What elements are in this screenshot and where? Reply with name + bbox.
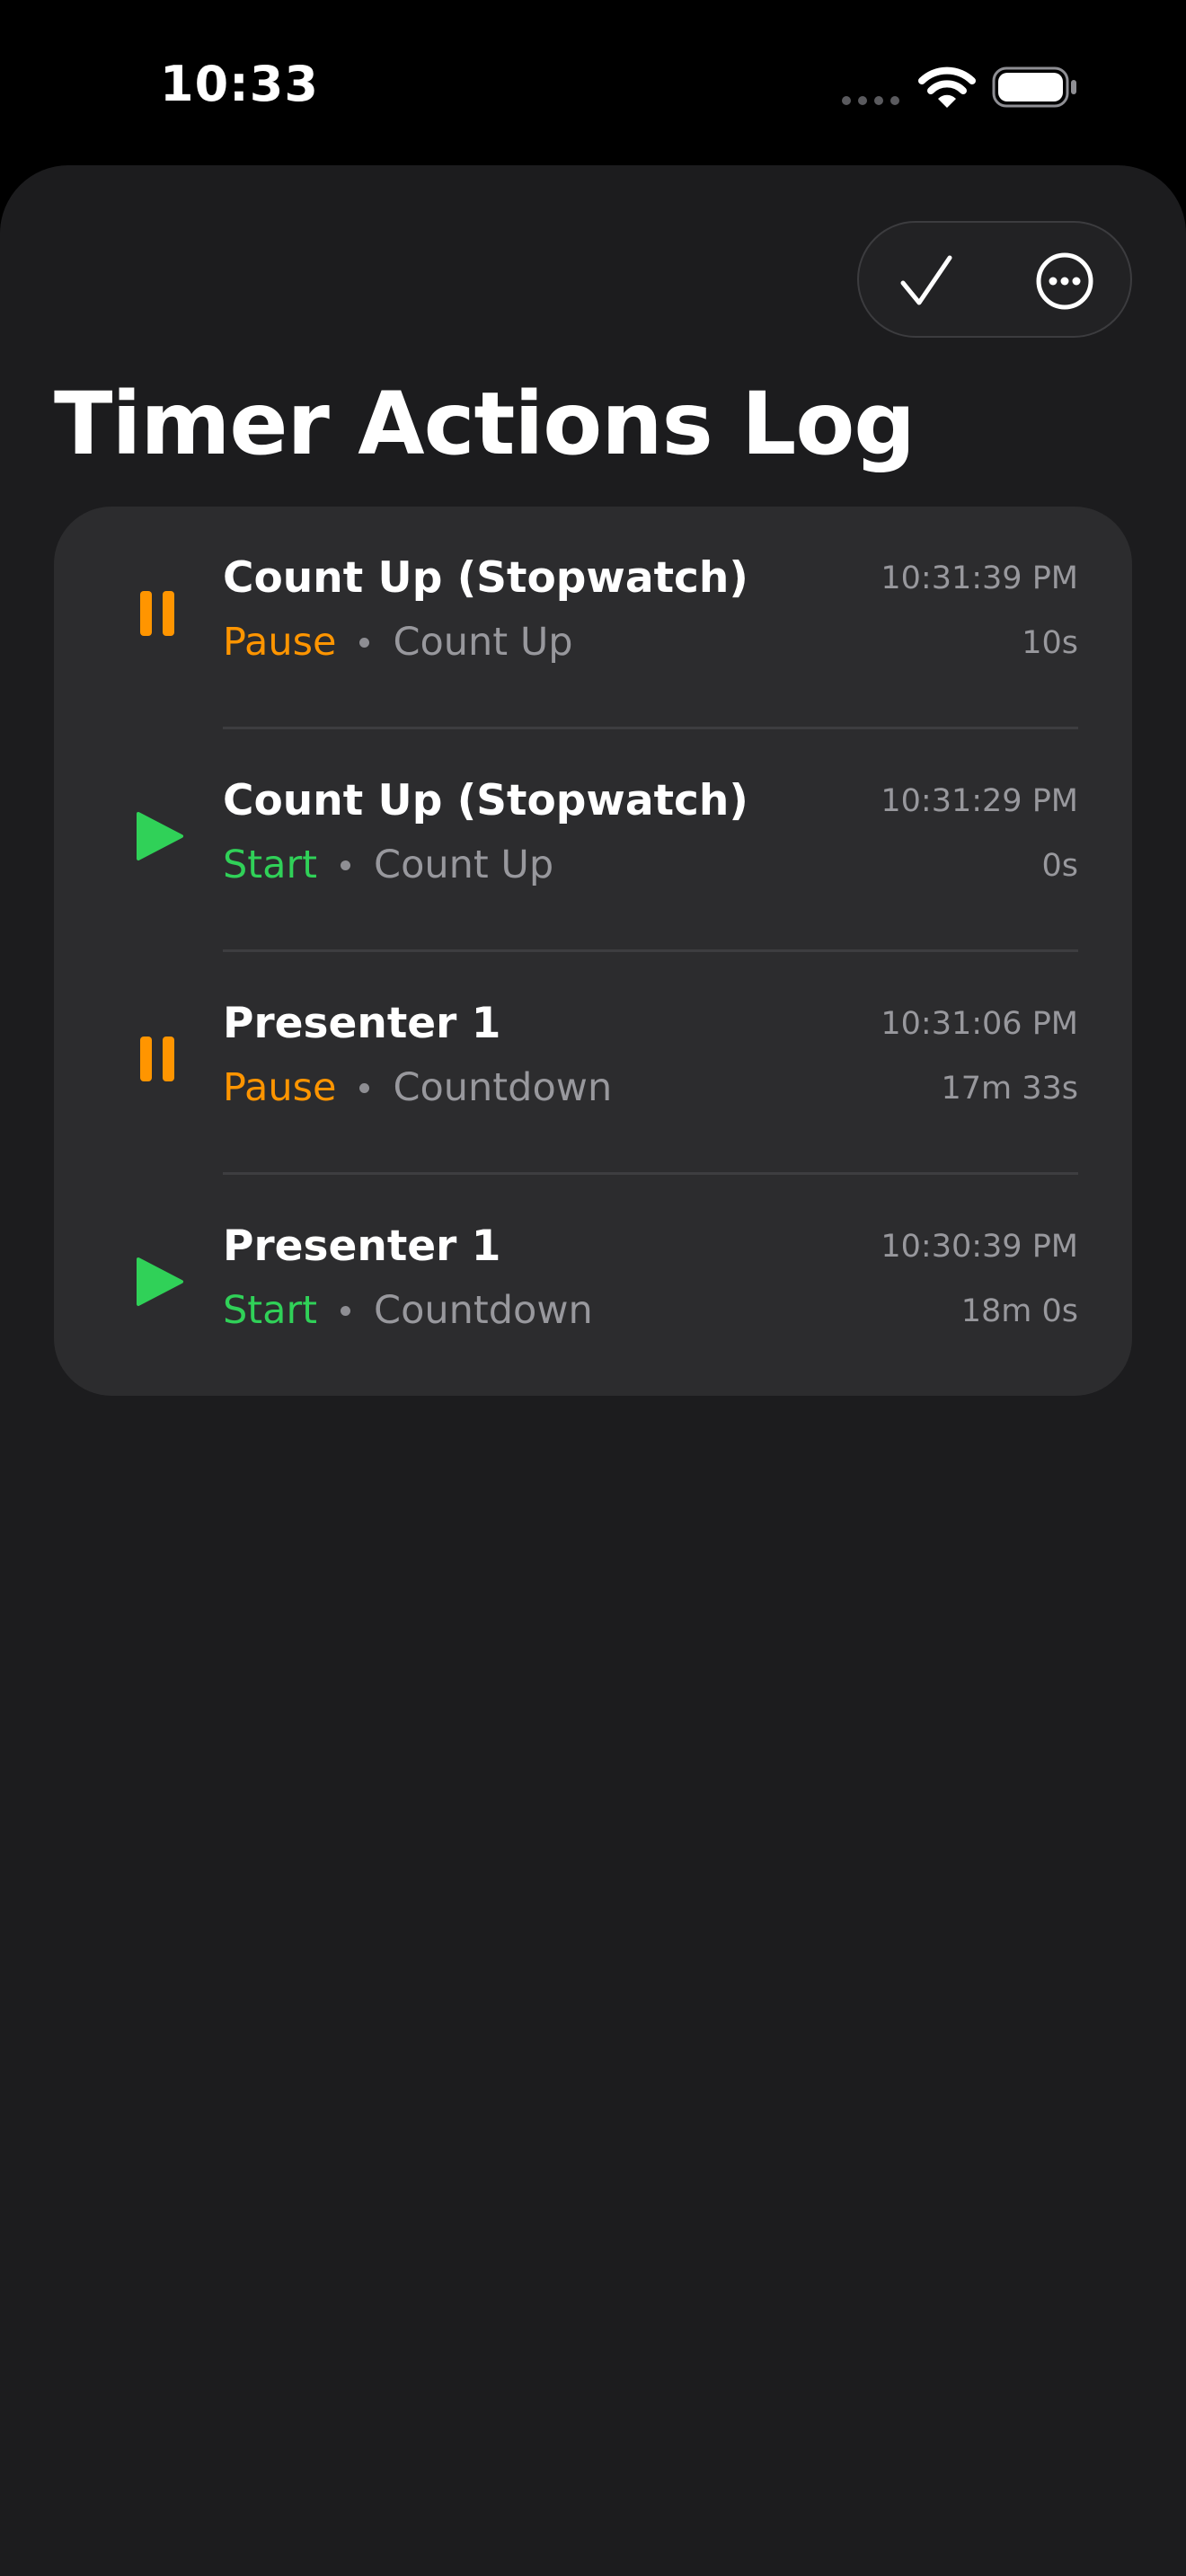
- log-row-subtitle: Pause Count Up: [223, 620, 573, 665]
- log-row-action: Pause: [223, 1065, 337, 1110]
- battery-icon: [992, 66, 1076, 108]
- play-icon: [137, 1257, 183, 1306]
- log-row[interactable]: Count Up (Stopwatch) Pause Count Up 10:3…: [54, 507, 1132, 729]
- log-row-timer-type: Count Up: [393, 620, 573, 665]
- log-row-timestamp: 10:31:39 PM: [881, 560, 1078, 596]
- log-row-title: Count Up (Stopwatch): [223, 776, 748, 825]
- log-row-title: Presenter 1: [223, 1222, 501, 1271]
- page-title: Timer Actions Log: [54, 374, 916, 474]
- separator-dot: [359, 637, 370, 648]
- log-row-action: Start: [223, 1288, 318, 1333]
- log-row-timestamp: 10:31:29 PM: [881, 783, 1078, 819]
- separator-dot: [341, 1305, 351, 1316]
- screen: 10:33 Timer Actions Log Count Up (Stopwa…: [0, 0, 1186, 2576]
- log-row-elapsed: 17m 33s: [941, 1071, 1078, 1107]
- play-icon: [137, 812, 183, 860]
- toolbar-pill: [857, 221, 1132, 338]
- log-row-subtitle: Start Count Up: [223, 842, 553, 887]
- pause-icon: [140, 1037, 174, 1081]
- status-bar: 10:33: [0, 0, 1186, 162]
- cellular-signal-icon: [842, 96, 899, 105]
- separator-dot: [341, 860, 351, 870]
- log-row-timer-type: Count Up: [374, 842, 554, 887]
- log-row-title: Count Up (Stopwatch): [223, 553, 748, 603]
- status-time: 10:33: [160, 56, 319, 112]
- log-row-subtitle: Pause Countdown: [223, 1065, 612, 1110]
- log-row[interactable]: Presenter 1 Start Countdown 10:30:39 PM …: [54, 1175, 1132, 1396]
- log-row-subtitle: Start Countdown: [223, 1288, 593, 1333]
- pause-icon: [140, 591, 174, 636]
- log-row[interactable]: Presenter 1 Pause Countdown 10:31:06 PM …: [54, 952, 1132, 1175]
- log-row-timestamp: 10:31:06 PM: [881, 1006, 1078, 1042]
- separator-dot: [359, 1082, 370, 1093]
- log-sheet: Timer Actions Log Count Up (Stopwatch) P…: [0, 165, 1186, 2576]
- log-row-action: Start: [223, 842, 318, 887]
- log-row-action: Pause: [223, 620, 337, 665]
- checkmark-icon: [900, 255, 952, 305]
- done-button[interactable]: [886, 241, 967, 322]
- log-row[interactable]: Count Up (Stopwatch) Start Count Up 10:3…: [54, 729, 1132, 952]
- log-row-elapsed: 10s: [1022, 625, 1078, 661]
- ellipsis-circle-icon: [1036, 252, 1093, 310]
- log-row-title: Presenter 1: [223, 999, 501, 1048]
- log-row-timer-type: Countdown: [374, 1288, 593, 1333]
- log-row-timer-type: Countdown: [393, 1065, 613, 1110]
- wifi-icon: [918, 66, 976, 108]
- more-button[interactable]: [1024, 241, 1105, 322]
- log-list: Count Up (Stopwatch) Pause Count Up 10:3…: [54, 507, 1132, 1396]
- log-row-timestamp: 10:30:39 PM: [881, 1229, 1078, 1265]
- log-row-elapsed: 18m 0s: [960, 1293, 1078, 1329]
- log-row-elapsed: 0s: [1041, 848, 1078, 884]
